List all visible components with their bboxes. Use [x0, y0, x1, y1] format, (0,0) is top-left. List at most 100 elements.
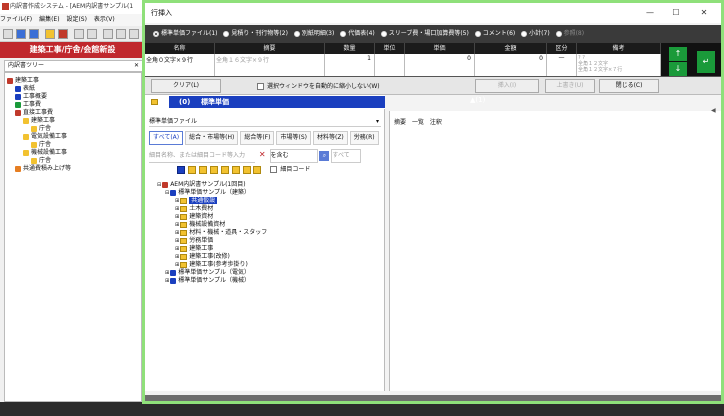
tab-general[interactable]: 総合等(F) [240, 131, 275, 145]
tree-node[interactable]: ⊞ 標準単価サンプル（機械） [165, 277, 250, 285]
auto-minimize-checkbox[interactable]: 選択ウィンドウを自動的に縮小しない(W) [257, 81, 380, 90]
tool7-icon[interactable] [129, 29, 139, 39]
new-file-icon[interactable] [3, 29, 13, 39]
menu-edit[interactable]: 編集(E) [39, 16, 59, 23]
cell-note[interactable]: ? ? 全角１２文字 全角１２文字×７行 [577, 54, 661, 76]
detail-code-checkbox[interactable]: 細目コード [270, 166, 310, 173]
search-input[interactable]: 細目名称、または細目コード等入力 [149, 150, 255, 163]
tree-node[interactable]: ⊞ 共通仮設 [175, 197, 218, 205]
filter-icon[interactable] [198, 165, 207, 174]
tree-node[interactable]: 庁舎 [31, 125, 51, 133]
tree-node[interactable]: ⊞ 標準単価サンプル（電気） [165, 269, 250, 277]
folder-icon[interactable] [151, 99, 158, 105]
filter-icon[interactable] [209, 165, 218, 174]
radio-comment[interactable]: コメント(6) [474, 25, 515, 43]
tree-node[interactable]: ⊞ 建築資材 [175, 213, 213, 221]
maximize-button[interactable]: ☐ [667, 3, 685, 23]
tree-node[interactable]: ⊞ 建築工事 [175, 245, 213, 253]
enter-button[interactable]: ↵ [697, 51, 715, 73]
radio-dot [521, 30, 528, 37]
tree-node[interactable]: 建築工事 [7, 77, 39, 85]
filter-icon[interactable] [253, 165, 262, 174]
open-icon[interactable] [16, 29, 26, 39]
tab-materials[interactable]: 材料等(Z) [312, 131, 348, 145]
tree-node[interactable]: ⊞ 建築工事(参考歩掛り) [175, 261, 248, 269]
tree-node[interactable]: 建築工事 [23, 117, 55, 125]
filter-icon[interactable] [242, 165, 251, 174]
save-icon[interactable] [29, 29, 39, 39]
move-down-button[interactable]: ↓ [669, 62, 687, 76]
radio-dot [474, 30, 481, 37]
tool5-icon[interactable] [103, 29, 113, 39]
tab-summary[interactable]: 摘要 [394, 119, 406, 126]
radio-standard-price[interactable]: 標準単価ファイル(1) [153, 25, 218, 43]
cell-name[interactable]: 全角０文字×９行 [145, 54, 215, 76]
cell-kubun[interactable]: — [547, 54, 577, 76]
filter-icon[interactable] [231, 165, 240, 174]
tree-node[interactable]: 電気設備工事 [23, 133, 67, 141]
tree-node[interactable]: 庁舎 [31, 141, 51, 149]
tree-node[interactable]: 庁舎 [31, 157, 51, 165]
radio-sleeve[interactable]: スリーブ費・場口加算費等(5) [380, 25, 469, 43]
cell-unit[interactable] [375, 54, 405, 76]
close-dialog-button[interactable]: 閉じる(C) [599, 79, 659, 93]
tree-node[interactable]: 直接工事費 [15, 109, 53, 117]
menu-file[interactable]: ファイル(F) [0, 16, 32, 23]
tree-root[interactable]: ⊟ AEM内訳書サンプル(1回目) [157, 181, 246, 189]
filter-icon[interactable] [220, 165, 229, 174]
tab-notes[interactable]: 注釈 [430, 119, 442, 126]
tab-general-market[interactable]: 総合・市場等(H) [185, 131, 239, 145]
close-button[interactable]: ✕ [695, 3, 713, 23]
tree-node[interactable]: ⊞ 労務単価 [175, 237, 213, 245]
filter-icon[interactable] [177, 165, 185, 174]
collapse-arrow-icon[interactable]: ◀ [711, 107, 716, 114]
radio-price-table[interactable]: 代価表(4) [340, 25, 375, 43]
col-summary: 摘要 [215, 43, 325, 54]
cell-qty[interactable]: 1 [325, 54, 375, 76]
tool6-icon[interactable] [116, 29, 126, 39]
insert-button[interactable]: 挿入(I) [475, 79, 539, 93]
tree-node[interactable]: 表紙 [15, 85, 35, 93]
tool-icon[interactable] [45, 29, 55, 39]
grid-row[interactable]: 全角０文字×９行 全角１６文字×９行 1 0 0 — ? ? 全角１２文字 全角… [145, 54, 661, 76]
radio-dot [555, 30, 562, 37]
tab-all[interactable]: すべて(A) [149, 131, 184, 145]
chevron-down-icon[interactable]: ▾ [376, 117, 379, 127]
menu-settings[interactable]: 設定(S) [66, 16, 87, 23]
radio-subtotal[interactable]: 小計(7) [521, 25, 550, 43]
clear-button[interactable]: クリア(L) [151, 79, 221, 93]
price-file-combobox[interactable]: 標準単価ファイル ▾ [149, 117, 381, 127]
tree-node[interactable]: 工事費 [15, 101, 41, 109]
clear-search-icon[interactable]: ✕ [259, 150, 266, 159]
search-icon[interactable]: ⌕ [319, 150, 330, 161]
tool2-icon[interactable] [58, 29, 68, 39]
radio-separate-detail[interactable]: 別紙明細(3) [293, 25, 334, 43]
minimize-button[interactable]: — [641, 3, 659, 23]
filter-icon[interactable] [187, 165, 196, 174]
tree-node[interactable]: ⊞ 土木費材 [175, 205, 213, 213]
tree-node[interactable]: ⊞ 建築工事(改修) [175, 253, 230, 261]
tab-market[interactable]: 市場等(S) [276, 131, 311, 145]
tool3-icon[interactable] [74, 29, 84, 39]
tree-node[interactable]: ⊞ 材料・機械・道具・スタッフ [175, 229, 267, 237]
move-up-button[interactable]: ↑ [669, 47, 687, 61]
menu-view[interactable]: 表示(V) [94, 16, 115, 23]
cell-price[interactable]: 0 [405, 54, 475, 76]
tree-node[interactable]: ⊞ 機械設備資材 [175, 221, 225, 229]
search-mode-select[interactable]: を含む [269, 149, 318, 163]
radio-estimate[interactable]: 見積り・刊行物等(2) [223, 25, 288, 43]
taskbar-strip [0, 402, 724, 416]
tree-node[interactable]: 共通費積み上げ等 [15, 165, 71, 173]
search-scope-select[interactable]: すべて [331, 149, 362, 163]
tab-labor[interactable]: 労務(R) [349, 131, 379, 145]
tab-list[interactable]: 一覧 [412, 119, 424, 126]
pane-right-title: ▲(1) [470, 96, 486, 104]
overwrite-button[interactable]: 上書き(U) [545, 79, 595, 93]
cell-summary[interactable]: 全角１６文字×９行 [215, 54, 325, 76]
tree-node[interactable]: 機械設備工事 [23, 149, 67, 157]
cell-amount[interactable]: 0 [475, 54, 547, 76]
tool4-icon[interactable] [87, 29, 97, 39]
close-icon[interactable]: ✕ [134, 61, 139, 71]
tree-node[interactable]: ⊟ 標準単価サンプル（建築） [165, 189, 250, 197]
tree-node[interactable]: 工事概要 [15, 93, 47, 101]
